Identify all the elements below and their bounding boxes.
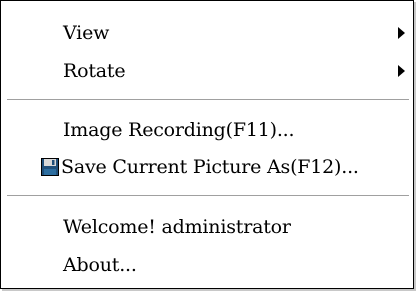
menu-separator [7, 195, 409, 197]
menu-item-rotate-label: Rotate [63, 60, 126, 82]
menu-item-welcome[interactable]: Welcome! administrator [1, 209, 413, 245]
context-menu: View Rotate Image Recording(F11)... Save… [0, 0, 414, 289]
menu-item-about[interactable]: About... [1, 247, 413, 283]
menu-item-view[interactable]: View [1, 15, 413, 51]
menu-separator [7, 99, 409, 101]
menu-item-save-current-picture[interactable]: Save Current Picture As(F12)... [1, 149, 413, 185]
menu-item-image-recording[interactable]: Image Recording(F11)... [1, 112, 413, 148]
submenu-arrow-icon [398, 27, 405, 39]
floppy-disk-icon [41, 158, 59, 176]
menu-item-rotate[interactable]: Rotate [1, 53, 413, 89]
menu-item-save-current-picture-label: Save Current Picture As(F12)... [61, 156, 359, 178]
submenu-arrow-icon [398, 65, 405, 77]
menu-item-about-label: About... [63, 254, 137, 276]
menu-item-image-recording-label: Image Recording(F11)... [63, 119, 295, 141]
menu-item-view-label: View [63, 22, 110, 44]
menu-item-welcome-label: Welcome! administrator [63, 216, 291, 238]
